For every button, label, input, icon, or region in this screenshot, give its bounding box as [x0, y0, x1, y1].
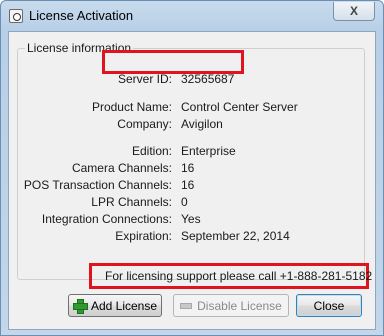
- add-license-label: Add License: [90, 298, 158, 313]
- field-row-edition: Edition: Enterprise: [18, 144, 364, 160]
- disable-license-button[interactable]: Disable License: [173, 294, 289, 317]
- server-id-value: 32565687: [181, 72, 235, 86]
- field-row-lpr-channels: LPR Channels: 0: [18, 195, 364, 211]
- dialog-body: License information Server ID: 32565687 …: [8, 31, 376, 330]
- camera-channels-label: Camera Channels:: [71, 161, 172, 175]
- license-information-group: License information Server ID: 32565687 …: [17, 41, 365, 280]
- company-label: Company:: [117, 117, 172, 131]
- window-app-icon: [9, 9, 23, 23]
- title-bar[interactable]: License Activation X: [1, 1, 383, 31]
- pos-channels-label: POS Transaction Channels:: [23, 178, 172, 192]
- field-row-product-name: Product Name: Control Center Server: [18, 100, 364, 116]
- expiration-value: September 22, 2014: [181, 229, 290, 243]
- integration-value: Yes: [181, 212, 201, 226]
- expiration-label: Expiration:: [115, 229, 172, 243]
- add-license-button[interactable]: Add License: [68, 294, 162, 317]
- field-row-pos-channels: POS Transaction Channels: 16: [18, 178, 364, 194]
- gray-minus-icon: [180, 302, 193, 309]
- company-value: Avigilon: [181, 117, 223, 131]
- product-name-value: Control Center Server: [181, 100, 298, 114]
- integration-label: Integration Connections:: [41, 212, 172, 226]
- edition-label: Edition:: [131, 144, 172, 158]
- field-row-expiration: Expiration: September 22, 2014: [18, 229, 364, 245]
- close-button[interactable]: Close: [296, 294, 362, 317]
- product-name-label: Product Name:: [91, 100, 172, 114]
- license-activation-window: License Activation X License information…: [0, 0, 384, 336]
- window-close-button[interactable]: X: [333, 2, 375, 21]
- edition-value: Enterprise: [181, 144, 236, 158]
- lpr-channels-label: LPR Channels:: [91, 195, 172, 209]
- server-id-label: Server ID:: [117, 72, 172, 86]
- field-row-company: Company: Avigilon: [18, 117, 364, 133]
- server-id-highlight-box: [102, 50, 244, 74]
- support-phone-text: For licensing support please call +1-888…: [105, 269, 373, 283]
- camera-channels-value: 16: [181, 161, 195, 175]
- green-plus-icon: [72, 299, 88, 314]
- pos-channels-value: 16: [181, 178, 195, 192]
- field-row-integration: Integration Connections: Yes: [18, 212, 364, 228]
- server-id-row: Server ID: 32565687: [18, 72, 364, 88]
- field-row-camera-channels: Camera Channels: 16: [18, 161, 364, 177]
- disable-license-label: Disable License: [197, 298, 282, 313]
- lpr-channels-value: 0: [181, 195, 188, 209]
- window-title: License Activation: [29, 8, 134, 23]
